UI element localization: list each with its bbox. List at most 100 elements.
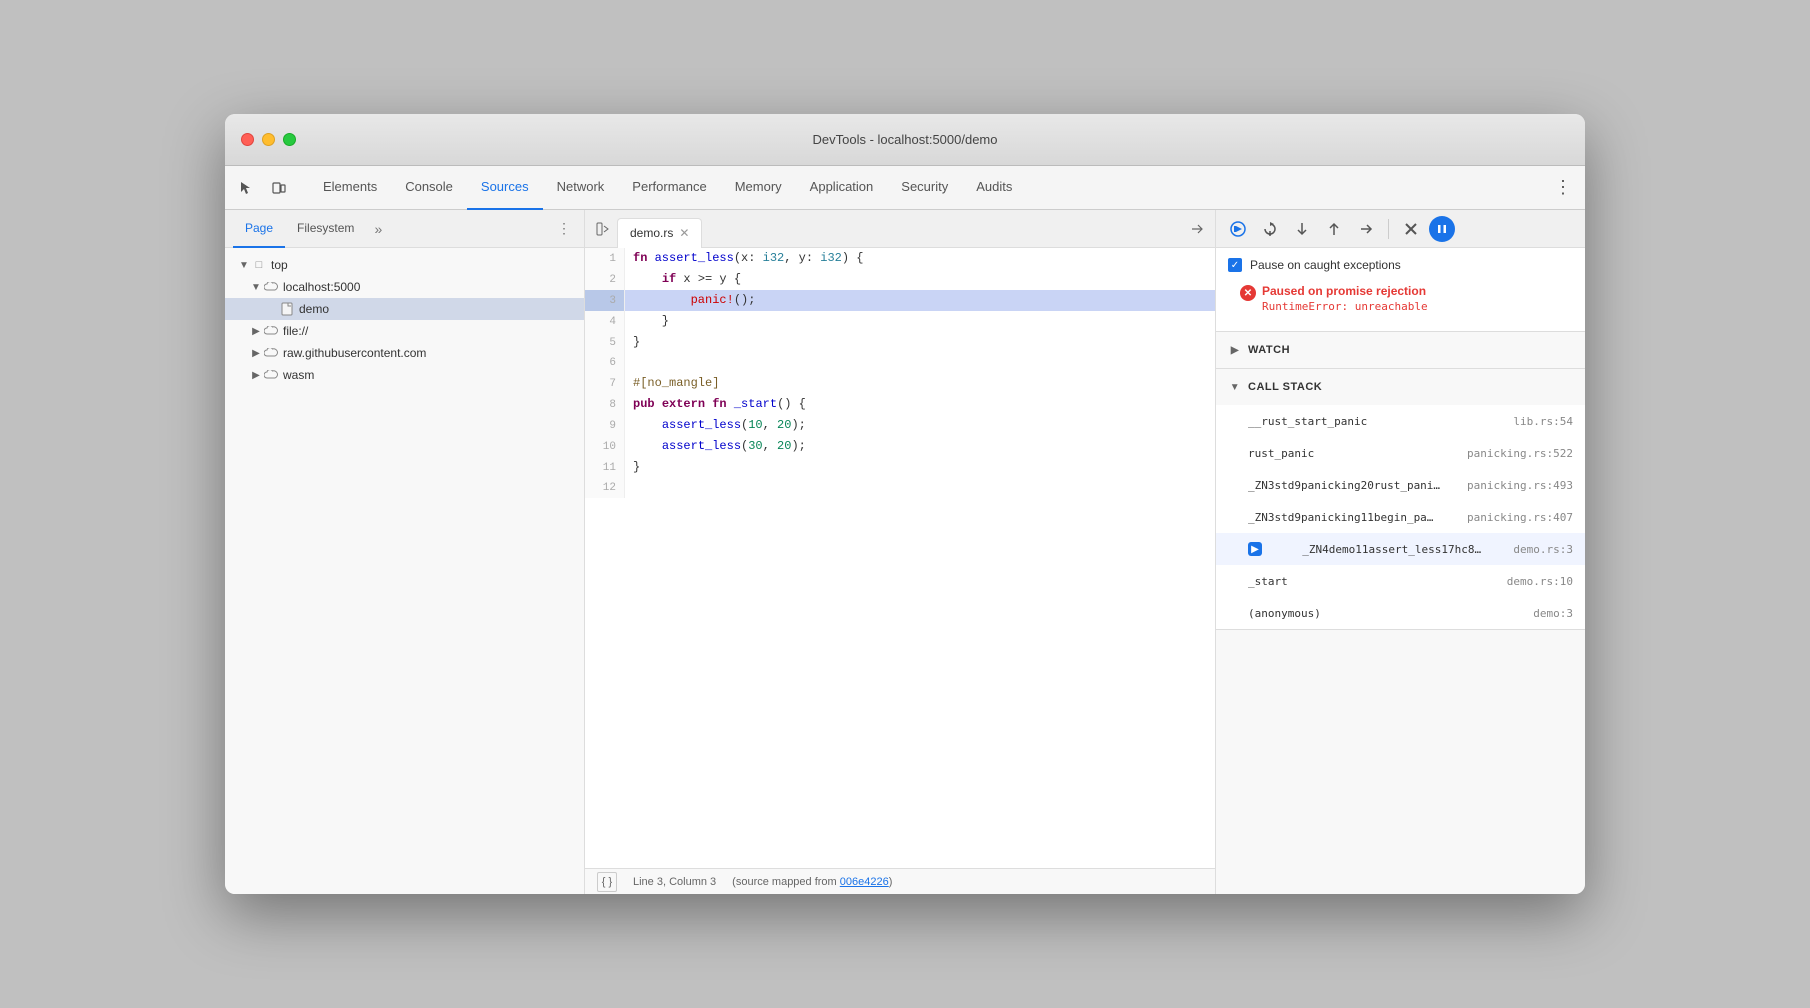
editor-stream-button[interactable] [1183, 215, 1211, 243]
deactivate-breakpoints-button[interactable] [1397, 215, 1425, 243]
pause-on-caught-label: Pause on caught exceptions [1250, 258, 1401, 272]
panel-action-menu[interactable]: ⋮ [552, 217, 576, 241]
close-button[interactable] [241, 133, 254, 146]
code-line-5: 5 } [585, 332, 1215, 353]
line-content-6 [625, 353, 1215, 373]
window-title: DevTools - localhost:5000/demo [813, 132, 998, 147]
line-content-11: } [625, 457, 1215, 478]
cs-loc-5: demo.rs:3 [1513, 543, 1573, 556]
file-icon-demo [279, 301, 295, 317]
format-button[interactable]: { } [597, 872, 617, 892]
step-into-button[interactable] [1288, 215, 1316, 243]
device-toolbar-button[interactable] [265, 174, 293, 202]
step-button[interactable] [1352, 215, 1380, 243]
cloud-icon-localhost [263, 279, 279, 295]
call-stack-section-header[interactable]: ▼ Call Stack [1216, 369, 1585, 405]
devtools-window: DevTools - localhost:5000/demo Elements … [225, 114, 1585, 894]
exception-section: ✓ Pause on caught exceptions ✕ Paused on… [1216, 248, 1585, 332]
step-out-button[interactable] [1320, 215, 1348, 243]
tree-item-localhost[interactable]: ▼ localhost:5000 [225, 276, 584, 298]
tree-label-file: file:// [283, 324, 308, 338]
tree-label-localhost: localhost:5000 [283, 280, 360, 294]
line-num-9: 9 [585, 415, 625, 436]
cs-name-2: rust_panic [1248, 447, 1314, 460]
watch-label: Watch [1248, 344, 1290, 356]
tree-arrow-raw-github: ▶ [249, 348, 263, 359]
cs-name-5: _ZN4demo11assert_less17hc8… [1302, 543, 1481, 556]
error-icon: ✕ [1240, 285, 1256, 301]
tree-item-demo[interactable]: demo [225, 298, 584, 320]
line-content-8: pub extern fn _start() { [625, 394, 1215, 415]
editor-statusbar: { } Line 3, Column 3 (source mapped from… [585, 868, 1215, 894]
maximize-button[interactable] [283, 133, 296, 146]
tab-audits[interactable]: Audits [962, 166, 1026, 210]
cs-loc-2: panicking.rs:522 [1467, 447, 1573, 460]
paused-section: ✕ Paused on promise rejection RuntimeErr… [1228, 280, 1573, 321]
line-num-11: 11 [585, 457, 625, 478]
select-element-button[interactable] [233, 174, 261, 202]
call-stack-frame-4[interactable]: _ZN3std9panicking11begin_pa… panicking.r… [1216, 501, 1585, 533]
tree-item-raw-github[interactable]: ▶ raw.githubusercontent.com [225, 342, 584, 364]
traffic-lights [241, 133, 296, 146]
call-stack-label: Call Stack [1248, 381, 1322, 393]
panel-actions: ⋮ [552, 217, 576, 241]
tab-console[interactable]: Console [391, 166, 467, 210]
tab-application[interactable]: Application [796, 166, 888, 210]
line-num-5: 5 [585, 332, 625, 353]
file-tree: ▼ □ top ▼ localhost:5000 [225, 248, 584, 894]
more-panel-tabs-button[interactable]: » [366, 217, 390, 241]
pause-on-caught-checkbox[interactable]: ✓ [1228, 258, 1242, 272]
code-line-11: 11 } [585, 457, 1215, 478]
call-stack-frame-2[interactable]: rust_panic panicking.rs:522 [1216, 437, 1585, 469]
tab-sources[interactable]: Sources [467, 166, 543, 210]
step-over-button[interactable] [1256, 215, 1284, 243]
tab-elements[interactable]: Elements [309, 166, 391, 210]
tab-memory[interactable]: Memory [721, 166, 796, 210]
tab-performance[interactable]: Performance [618, 166, 720, 210]
error-x-icon: ✕ [1244, 288, 1252, 299]
tree-label-raw-github: raw.githubusercontent.com [283, 346, 426, 360]
call-stack-frame-6[interactable]: _start demo.rs:10 [1216, 565, 1585, 597]
editor-tab-close[interactable]: ✕ [679, 226, 689, 240]
cs-name-4: _ZN3std9panicking11begin_pa… [1248, 511, 1433, 524]
call-stack-list: __rust_start_panic lib.rs:54 rust_panic … [1216, 405, 1585, 629]
more-tabs-button[interactable]: ⋮ [1549, 174, 1577, 202]
line-content-7: #[no_mangle] [625, 373, 1215, 394]
tab-filesystem[interactable]: Filesystem [285, 210, 366, 248]
tree-item-wasm[interactable]: ▶ wasm [225, 364, 584, 386]
call-stack-frame-1[interactable]: __rust_start_panic lib.rs:54 [1216, 405, 1585, 437]
call-stack-frame-3[interactable]: _ZN3std9panicking20rust_pani… panicking.… [1216, 469, 1585, 501]
line-content-5: } [625, 332, 1215, 353]
tab-security[interactable]: Security [887, 166, 962, 210]
call-stack-frame-5[interactable]: ▶ _ZN4demo11assert_less17hc8… demo.rs:3 [1216, 533, 1585, 565]
resume-button[interactable] [1224, 215, 1252, 243]
line-content-4: } [625, 311, 1215, 332]
tree-arrow-wasm: ▶ [249, 370, 263, 381]
code-line-1: 1 fn assert_less(x: i32, y: i32) { [585, 248, 1215, 269]
code-line-8: 8 pub extern fn _start() { [585, 394, 1215, 415]
line-num-10: 10 [585, 436, 625, 457]
paused-error: ✕ Paused on promise rejection RuntimeErr… [1240, 284, 1561, 313]
editor-tab-demo[interactable]: demo.rs ✕ [617, 218, 702, 248]
tree-item-top[interactable]: ▼ □ top [225, 254, 584, 276]
cs-name-1: __rust_start_panic [1248, 415, 1367, 428]
line-num-7: 7 [585, 373, 625, 394]
call-stack-frame-7[interactable]: (anonymous) demo:3 [1216, 597, 1585, 629]
tab-network[interactable]: Network [543, 166, 619, 210]
statusbar-position: Line 3, Column 3 [633, 876, 716, 888]
paused-subtitle: RuntimeError: unreachable [1262, 300, 1428, 313]
pause-on-exception-button[interactable] [1429, 216, 1455, 242]
source-map-link[interactable]: 006e4226 [840, 876, 889, 888]
left-panel-tabs: Page Filesystem » ⋮ [225, 210, 584, 248]
editor-panel: demo.rs ✕ 1 fn assert_less(x: i32, y: i3… [585, 210, 1215, 894]
tab-page[interactable]: Page [233, 210, 285, 248]
code-line-4: 4 } [585, 311, 1215, 332]
tree-item-file[interactable]: ▶ file:// [225, 320, 584, 342]
editor-nav-back[interactable] [589, 215, 617, 243]
minimize-button[interactable] [262, 133, 275, 146]
line-content-1: fn assert_less(x: i32, y: i32) { [625, 248, 1215, 269]
code-editor[interactable]: 1 fn assert_less(x: i32, y: i32) { 2 if … [585, 248, 1215, 868]
line-num-3: 3 [585, 290, 625, 311]
watch-section-header[interactable]: ▶ Watch [1216, 332, 1585, 368]
code-line-12: 12 [585, 478, 1215, 498]
